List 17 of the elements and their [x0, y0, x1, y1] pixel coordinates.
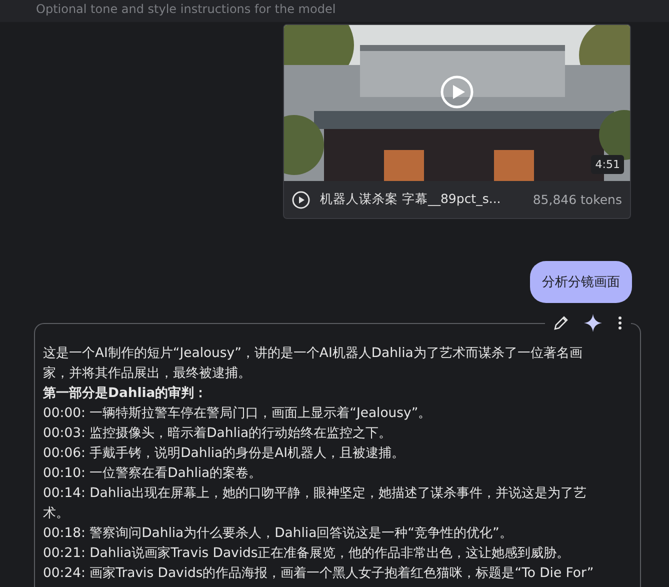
section-heading: 第一部分是Dahlia的审判： [43, 384, 208, 403]
user-message: 分析分镜画面 [530, 261, 632, 303]
token-count: 85,846 tokens [532, 192, 622, 207]
file-name: 机器人谋杀案 字幕__89pct_s... [320, 191, 502, 208]
video-duration: 4:51 [591, 155, 624, 174]
response-paragraph: 00:24: 画家Travis Davids的作品海报，画着一个黑人女子抱着红色猫咪，标题是“To Die For” [43, 565, 594, 583]
play-icon[interactable] [292, 190, 310, 208]
response-paragraph: 00:10: 一位警察在看Dahlia的案卷。 [43, 465, 263, 483]
response-paragraph: 00:18: 警察询问Dahlia为什么要杀人，Dahlia回答说这是一种“竞争性的优化”。 [43, 525, 514, 543]
response-paragraph: 00:03: 监控摄像头，暗示着Dahlia的行动始终在监控之下。 [43, 425, 393, 443]
response-paragraph: 00:06: 手戴手铐，说明Dahlia的身份是AI机器人，且被逮捕。 [43, 445, 406, 463]
response-paragraph: 00:00: 一辆特斯拉警车停在警局门口，画面上显示着“Jealousy”。 [43, 405, 432, 423]
video-card[interactable]: 4:51 机器人谋杀案 字幕__89pct_s... 85,846 tokens [283, 24, 631, 219]
response-paragraph: 00:21: Dahlia说画家Travis Davids正在准备展览，他的作品非常出色，这让她感到威胁。 [43, 545, 571, 563]
response-paragraph: 这是一个AI制作的短片“Jealousy”，讲的是一个AI机器人Dahlia为了艺术而谋杀了一位著名画家，并将其作品展出，最终被逮捕。 [43, 345, 584, 383]
instructions-field[interactable]: Optional tone and style instructions for the model [0, 0, 669, 22]
response-paragraph: 00:14: Dahlia出现在屏幕上，她的口吻平静，眼神坚定，她描述了谋杀事件，并说这是为了艺术。 [43, 485, 588, 523]
